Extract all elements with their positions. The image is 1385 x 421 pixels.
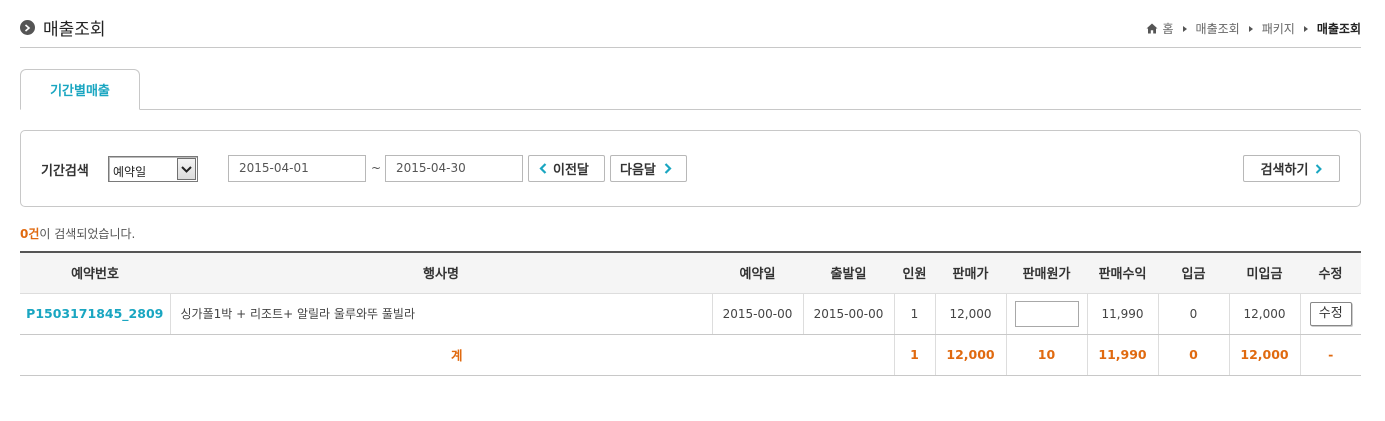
col-header: 입금 bbox=[1158, 251, 1229, 294]
page-header: 매출조회 홈 매출조회 패키지 매출조회 bbox=[20, 0, 1361, 48]
date-type-select[interactable]: 예약일 bbox=[108, 156, 198, 182]
chevron-right-icon bbox=[664, 163, 672, 174]
chevron-right-icon bbox=[1316, 163, 1323, 174]
sale-price-cell: 12,000 bbox=[934, 293, 1006, 335]
total-profit: 11,990 bbox=[1086, 334, 1158, 376]
result-count: 0건이 검색되었습니다. bbox=[20, 225, 135, 242]
page-title: 매출조회 bbox=[43, 20, 106, 40]
total-edit: - bbox=[1299, 334, 1361, 376]
breadcrumb-home-label: 홈 bbox=[1162, 22, 1174, 36]
breadcrumb: 홈 매출조회 패키지 매출조회 bbox=[1146, 20, 1361, 37]
total-people: 1 bbox=[893, 334, 935, 376]
breadcrumb-arrow-icon bbox=[1182, 25, 1187, 32]
breadcrumb-home[interactable]: 홈 bbox=[1146, 20, 1174, 37]
date-type-value: 예약일 bbox=[113, 165, 147, 179]
title-wrap: 매출조회 bbox=[20, 15, 106, 40]
search-button-label: 검색하기 bbox=[1260, 163, 1309, 178]
total-paid: 0 bbox=[1157, 334, 1229, 376]
event-name-cell: 싱가폴1박 + 리조트+ 알릴라 울루와뚜 풀빌라 bbox=[169, 293, 712, 335]
people-cell: 1 bbox=[893, 293, 935, 335]
total-sale-price: 12,000 bbox=[934, 334, 1006, 376]
result-count-number: 0건 bbox=[20, 227, 40, 241]
prev-month-label: 이전달 bbox=[553, 163, 589, 178]
col-header: 출발일 bbox=[803, 251, 894, 294]
next-month-button[interactable]: 다음달 bbox=[610, 155, 687, 182]
paid-cell: 0 bbox=[1157, 293, 1229, 335]
chevron-circle-icon bbox=[20, 20, 35, 35]
depart-date-cell: 2015-00-00 bbox=[802, 293, 894, 335]
table-row: P1503171845_2809 싱가폴1박 + 리조트+ 알릴라 울루와뚜 풀… bbox=[20, 293, 1361, 335]
total-unpaid: 12,000 bbox=[1228, 334, 1300, 376]
cost-price-cell bbox=[1005, 293, 1087, 335]
next-month-label: 다음달 bbox=[620, 163, 656, 178]
col-header: 판매원가 bbox=[1006, 251, 1087, 294]
breadcrumb-arrow-icon bbox=[1248, 25, 1253, 32]
profit-cell: 11,990 bbox=[1086, 293, 1158, 335]
col-header: 예약일 bbox=[712, 251, 803, 294]
col-header: 미입금 bbox=[1229, 251, 1300, 294]
breadcrumb-package[interactable]: 패키지 bbox=[1262, 20, 1295, 37]
home-icon bbox=[1146, 23, 1158, 34]
date-from-input[interactable]: 2015-04-01 bbox=[228, 155, 366, 182]
sales-table: 예약번호 행사명 예약일 출발일 인원 판매가 판매원가 판매수익 입금 미입금… bbox=[20, 251, 1361, 376]
unpaid-cell: 12,000 bbox=[1228, 293, 1300, 335]
chevron-down-icon[interactable] bbox=[177, 158, 196, 180]
tab-bar: 기간별매출 bbox=[20, 69, 1361, 110]
search-panel: 기간검색 예약일 2015-04-01 ~ 2015-04-30 이전달 다음달… bbox=[20, 130, 1361, 207]
date-to-input[interactable]: 2015-04-30 bbox=[385, 155, 523, 182]
search-label: 기간검색 bbox=[41, 164, 89, 179]
reservation-number-link[interactable]: P1503171845_2809 bbox=[20, 293, 170, 335]
total-label: 계 bbox=[20, 334, 894, 376]
total-row: 계 1 12,000 10 11,990 0 12,000 - bbox=[20, 334, 1361, 376]
search-button[interactable]: 검색하기 bbox=[1243, 155, 1340, 182]
edit-button[interactable]: 수정 bbox=[1309, 301, 1352, 326]
col-header: 판매가 bbox=[935, 251, 1006, 294]
breadcrumb-current: 매출조회 bbox=[1316, 22, 1361, 36]
col-header: 행사명 bbox=[170, 251, 712, 294]
reserve-date-cell: 2015-00-00 bbox=[711, 293, 803, 335]
col-header: 예약번호 bbox=[20, 251, 170, 294]
edit-cell: 수정 bbox=[1299, 293, 1361, 335]
date-range-separator: ~ bbox=[371, 161, 382, 175]
tab-period-sales[interactable]: 기간별매출 bbox=[20, 69, 140, 110]
col-header: 판매수익 bbox=[1087, 251, 1158, 294]
chevron-left-icon bbox=[539, 163, 547, 174]
breadcrumb-sales[interactable]: 매출조회 bbox=[1196, 20, 1240, 37]
result-count-text: 이 검색되었습니다. bbox=[39, 227, 136, 241]
total-cost-price: 10 bbox=[1005, 334, 1087, 376]
breadcrumb-arrow-icon bbox=[1303, 25, 1308, 32]
col-header: 인원 bbox=[894, 251, 935, 294]
table-header-row: 예약번호 행사명 예약일 출발일 인원 판매가 판매원가 판매수익 입금 미입금… bbox=[20, 251, 1361, 294]
col-header: 수정 bbox=[1300, 251, 1361, 294]
prev-month-button[interactable]: 이전달 bbox=[528, 155, 605, 182]
cost-price-input[interactable] bbox=[1014, 300, 1079, 327]
